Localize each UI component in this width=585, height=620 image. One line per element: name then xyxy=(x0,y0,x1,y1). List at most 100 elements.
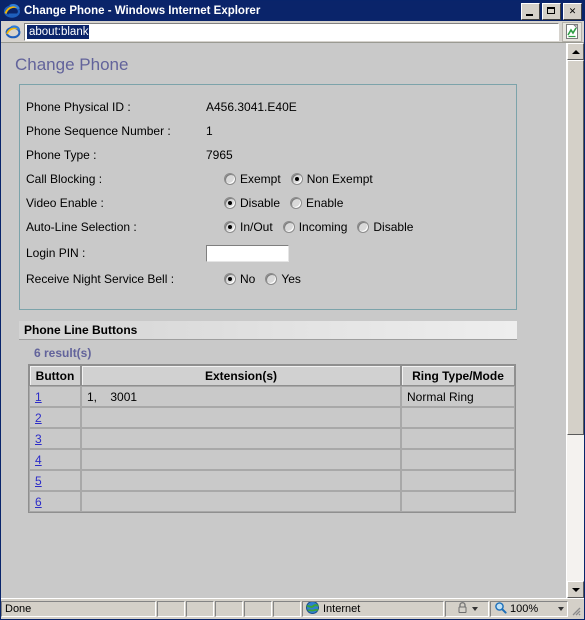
call-blocking-radio-group: Exempt Non Exempt xyxy=(224,172,373,186)
table-row: 4 xyxy=(29,449,515,470)
field-value-phone-type: 7965 xyxy=(206,148,233,162)
radio-option-in-out[interactable]: In/Out xyxy=(224,220,273,234)
zoom-level-label: 100% xyxy=(510,603,539,615)
field-label: Phone Sequence Number : xyxy=(26,124,171,138)
radio-option-video-disable[interactable]: Disable xyxy=(224,196,280,210)
button-link[interactable]: 4 xyxy=(35,453,42,467)
address-input[interactable]: about:blank xyxy=(24,22,559,41)
video-enable-radio-group: Disable Enable xyxy=(224,196,343,210)
chevron-down-icon[interactable] xyxy=(558,607,564,611)
status-text: Done xyxy=(1,601,156,617)
cell-ring-type xyxy=(401,449,515,470)
table-row: 5 xyxy=(29,470,515,491)
scroll-down-button[interactable] xyxy=(567,581,584,598)
radio-option-night-bell-yes[interactable]: Yes xyxy=(265,272,301,286)
cell-button: 6 xyxy=(29,491,81,512)
button-link[interactable]: 3 xyxy=(35,432,42,446)
radio-icon xyxy=(224,173,236,185)
zoom-panel[interactable]: 100% xyxy=(490,601,568,617)
auto-line-selection-radio-group: In/Out Incoming Disable xyxy=(224,220,413,234)
window-title: Change Phone - Windows Internet Explorer xyxy=(24,5,261,17)
radio-option-night-bell-no[interactable]: No xyxy=(224,272,255,286)
button-link[interactable]: 6 xyxy=(35,495,42,509)
field-value-sequence-number: 1 xyxy=(206,124,213,138)
button-link[interactable]: 5 xyxy=(35,474,42,488)
scroll-up-button[interactable] xyxy=(567,43,584,60)
close-icon: ✕ xyxy=(568,5,577,16)
radio-label: Enable xyxy=(306,196,344,210)
status-slot-1 xyxy=(157,601,185,617)
field-row-call-blocking: Call Blocking : Exempt Non Exempt xyxy=(20,167,516,191)
radio-icon xyxy=(290,173,303,185)
lock-icon xyxy=(456,602,469,616)
cell-extensions xyxy=(81,449,401,470)
table-row: 1 1, 3001 Normal Ring xyxy=(29,386,515,407)
vertical-scrollbar[interactable] xyxy=(566,43,584,598)
go-refresh-icon[interactable] xyxy=(562,21,582,42)
security-zone-label: Internet xyxy=(323,603,361,615)
scrollbar-thumb[interactable] xyxy=(567,60,584,436)
cell-button: 1 xyxy=(29,386,81,407)
chevron-down-icon xyxy=(571,587,580,592)
status-slot-2 xyxy=(186,601,214,617)
table-row: 2 xyxy=(29,407,515,428)
field-row-auto-line-selection: Auto-Line Selection : In/Out Incoming Di… xyxy=(20,215,516,239)
resize-grip[interactable] xyxy=(569,601,583,617)
status-slot-5 xyxy=(273,601,301,617)
night-service-bell-radio-group: No Yes xyxy=(224,272,301,286)
radio-label: In/Out xyxy=(240,220,273,234)
status-slot-4 xyxy=(244,601,272,617)
radio-label: Yes xyxy=(281,272,301,286)
field-row-sequence-number: Phone Sequence Number : 1 xyxy=(20,119,516,143)
column-header-button: Button xyxy=(29,365,81,386)
button-link[interactable]: 1 xyxy=(35,390,42,404)
field-row-video-enable: Video Enable : Disable Enable xyxy=(20,191,516,215)
field-label: Receive Night Service Bell : xyxy=(26,272,175,286)
scrollbar-track[interactable] xyxy=(567,60,584,581)
chevron-up-icon xyxy=(571,49,580,54)
close-button[interactable]: ✕ xyxy=(563,2,582,20)
radio-option-exempt[interactable]: Exempt xyxy=(224,172,281,186)
phone-line-buttons-section-header: Phone Line Buttons xyxy=(19,321,517,340)
radio-option-video-enable[interactable]: Enable xyxy=(290,196,343,210)
globe-icon xyxy=(306,602,319,616)
radio-label: Incoming xyxy=(298,220,348,234)
login-pin-input[interactable] xyxy=(206,244,289,262)
field-label: Video Enable : xyxy=(26,196,104,210)
protected-mode-panel[interactable] xyxy=(445,601,489,617)
browser-window: Change Phone - Windows Internet Explorer… xyxy=(0,0,585,620)
field-label: Login PIN : xyxy=(26,246,86,260)
radio-icon xyxy=(224,221,236,233)
cell-ring-type xyxy=(401,470,515,491)
radio-icon xyxy=(290,197,303,209)
minimize-button[interactable] xyxy=(521,2,540,20)
field-row-physical-id: Phone Physical ID : A456.3041.E40E xyxy=(20,95,516,119)
maximize-button[interactable] xyxy=(542,2,561,20)
page-area: Change Phone Phone Physical ID : A456.30… xyxy=(1,43,584,598)
table-row: 3 xyxy=(29,428,515,449)
cell-button: 2 xyxy=(29,407,81,428)
radio-label: Exempt xyxy=(240,172,281,186)
radio-option-auto-line-disable[interactable]: Disable xyxy=(357,220,413,234)
radio-option-non-exempt[interactable]: Non Exempt xyxy=(290,172,373,186)
security-zone-panel[interactable]: Internet xyxy=(302,601,444,617)
radio-icon xyxy=(224,197,236,209)
radio-icon xyxy=(224,273,236,285)
phone-details-panel: Phone Physical ID : A456.3041.E40E Phone… xyxy=(19,84,517,310)
phone-line-buttons-table: Button Extension(s) Ring Type/Mode 1 1, … xyxy=(28,364,516,513)
ie-logo-icon xyxy=(3,3,21,19)
cell-ring-type xyxy=(401,407,515,428)
section-title: Phone Line Buttons xyxy=(24,323,138,337)
column-header-ring-type-mode: Ring Type/Mode xyxy=(401,365,515,386)
magnifier-icon xyxy=(494,602,507,616)
column-header-extensions: Extension(s) xyxy=(81,365,401,386)
radio-option-incoming[interactable]: Incoming xyxy=(282,220,348,234)
page-title: Change Phone xyxy=(15,55,129,74)
table-header-row: Button Extension(s) Ring Type/Mode xyxy=(29,365,515,386)
radio-label: Disable xyxy=(240,196,281,210)
chevron-down-icon[interactable] xyxy=(472,607,478,611)
field-label: Auto-Line Selection : xyxy=(26,220,137,234)
button-link[interactable]: 2 xyxy=(35,411,42,425)
cell-ring-type: Normal Ring xyxy=(401,386,515,407)
field-row-night-service-bell: Receive Night Service Bell : No Yes xyxy=(20,267,516,291)
